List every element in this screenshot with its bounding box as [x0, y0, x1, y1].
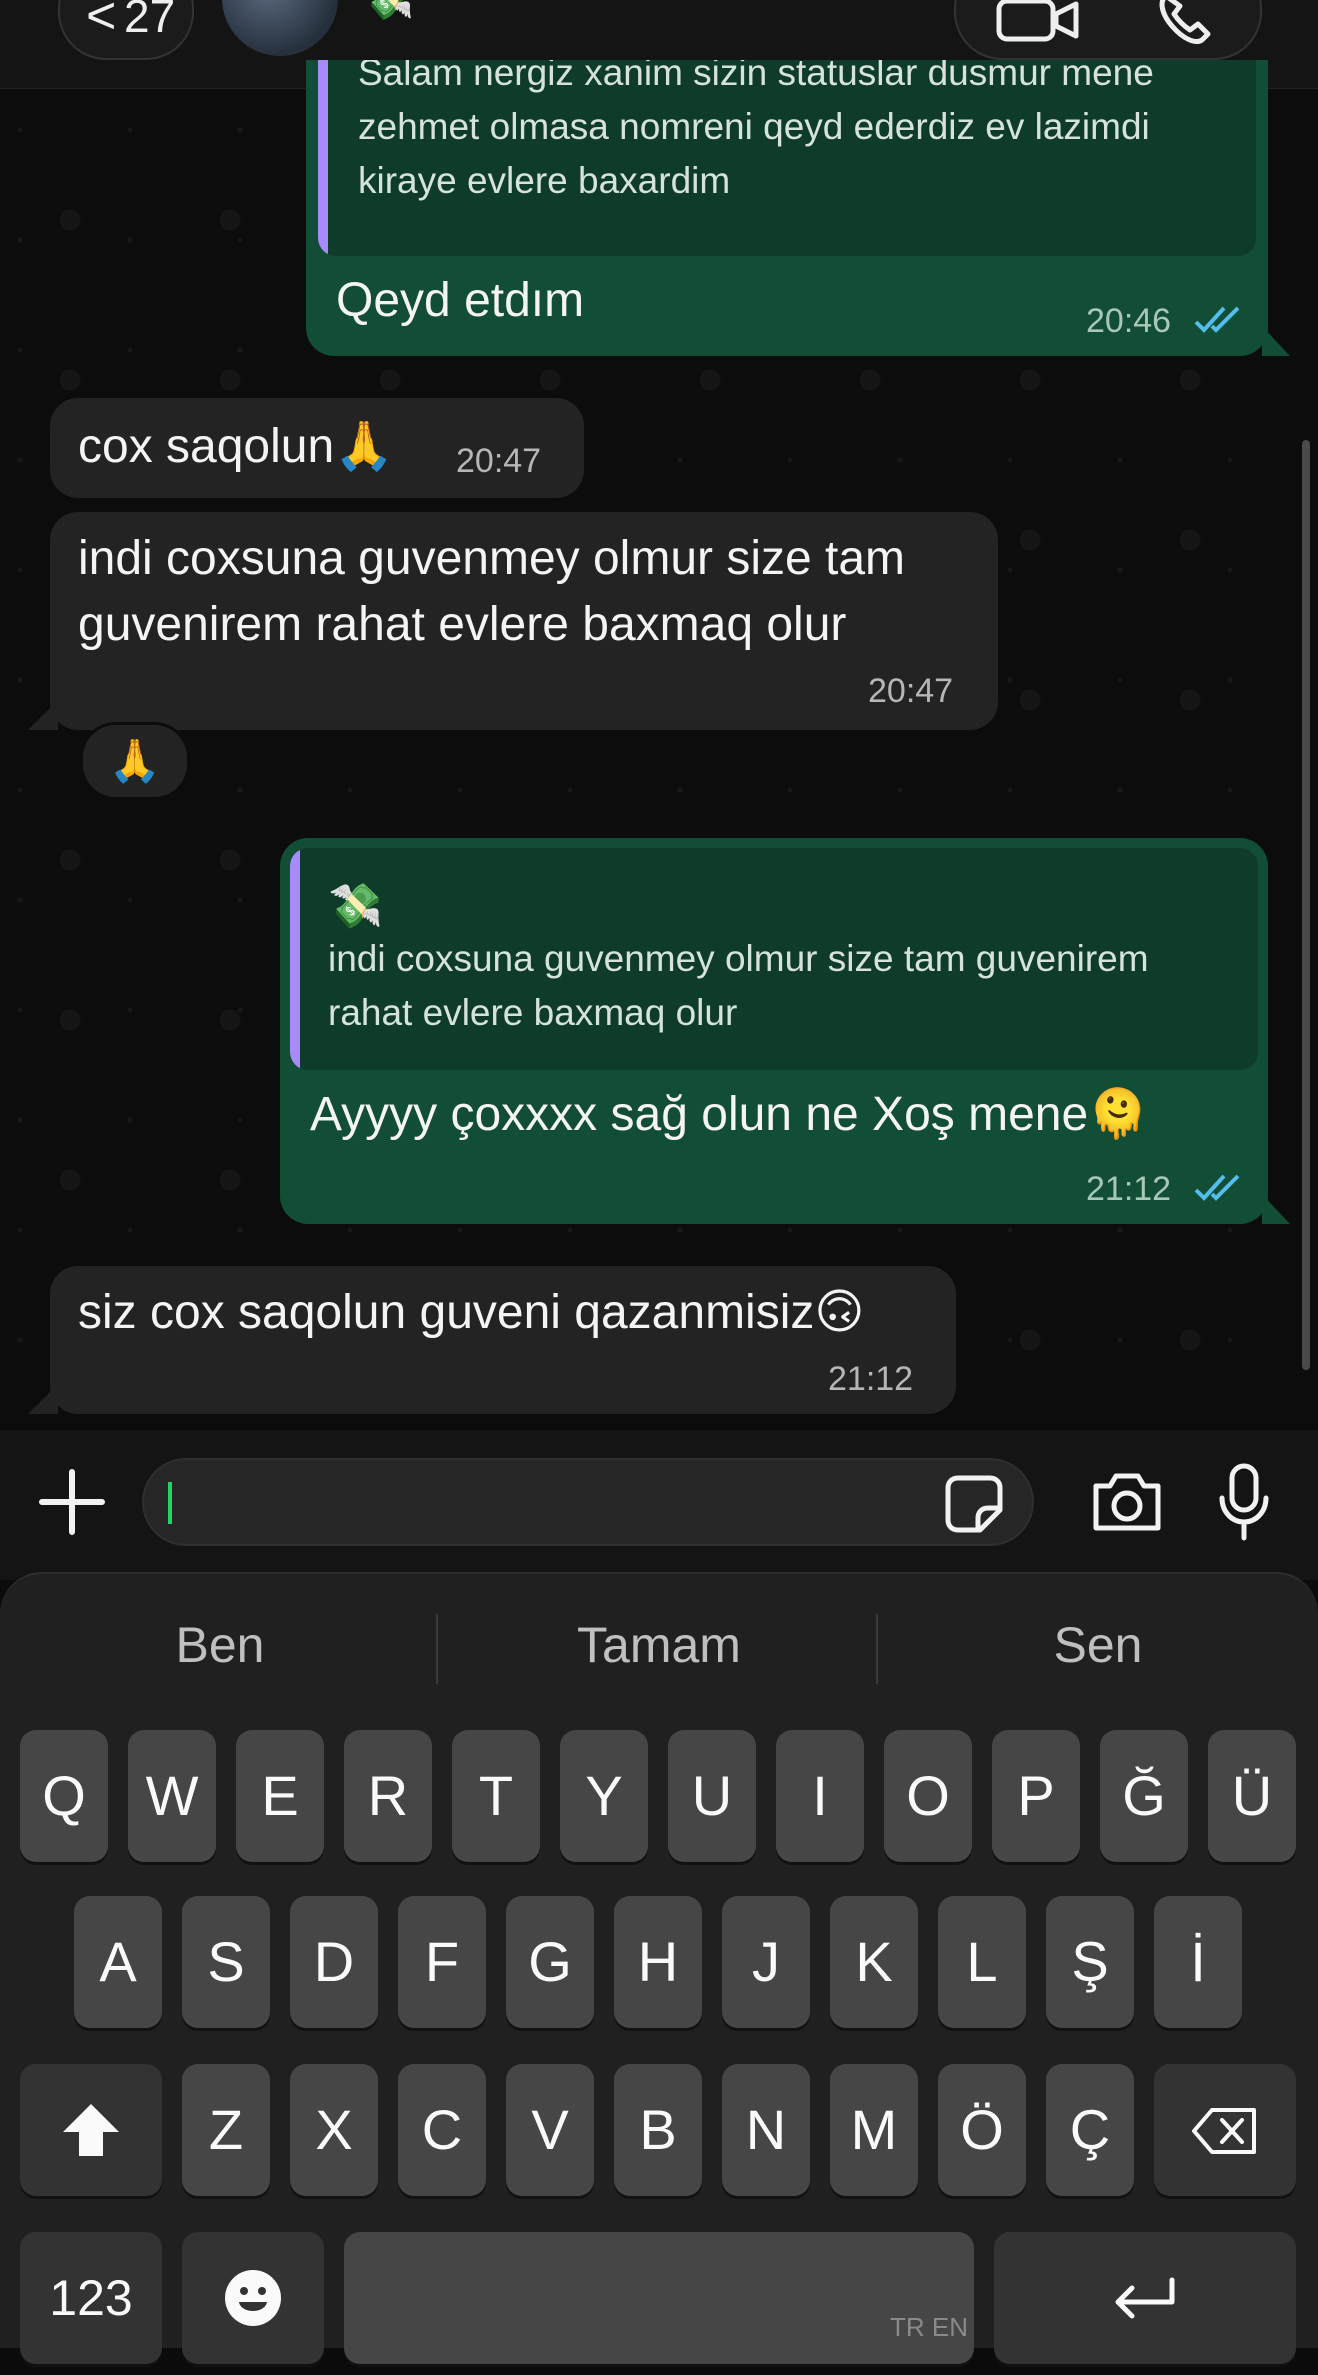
- key-q[interactable]: Q: [20, 1730, 108, 1862]
- quote-line: zehmet olmasa nomreni qeyd ederdiz ev la…: [358, 106, 1150, 147]
- suggestion-ben[interactable]: Ben: [20, 1616, 420, 1674]
- key-d[interactable]: D: [290, 1896, 378, 2028]
- quote-accent-bar: [318, 60, 328, 256]
- message-time: 21:12: [1086, 1170, 1172, 1208]
- message-text: cox saqolun🙏: [78, 420, 394, 473]
- key-l[interactable]: L: [938, 1896, 1026, 2028]
- call-buttons-group: [954, 0, 1262, 60]
- suggestion-bar: Ben Tamam Sen: [0, 1580, 1318, 1710]
- video-call-icon[interactable]: [996, 0, 1080, 48]
- message-time: 20:47: [456, 442, 542, 480]
- chat-scrollbar[interactable]: [1302, 440, 1310, 1370]
- key-b[interactable]: B: [614, 2064, 702, 2196]
- message-reaction[interactable]: 🙏: [80, 722, 190, 800]
- message-time: 20:47: [868, 672, 954, 710]
- numbers-key[interactable]: 123: [20, 2232, 162, 2364]
- key-r[interactable]: R: [344, 1730, 432, 1862]
- emoji-key[interactable]: [182, 2232, 324, 2364]
- key-i-dotted[interactable]: İ: [1154, 1896, 1242, 2028]
- message-input[interactable]: [142, 1458, 1034, 1546]
- language-hint: TR EN: [890, 2312, 968, 2342]
- message-time: 20:46: [1086, 302, 1172, 340]
- suggestion-divider: [436, 1614, 438, 1684]
- quoted-message[interactable]: Salam nergiz xanim sizin statuslar dusmu…: [318, 60, 1256, 256]
- key-g-breve[interactable]: Ğ: [1100, 1730, 1188, 1862]
- message-text: guvenirem rahat evlere baxmaq olur: [78, 598, 847, 651]
- return-key[interactable]: [994, 2232, 1296, 2364]
- key-w[interactable]: W: [128, 1730, 216, 1862]
- key-s-cedilla[interactable]: Ş: [1046, 1896, 1134, 2028]
- message-bubble-outgoing[interactable]: Salam nergiz xanim sizin statuslar dusmu…: [306, 60, 1268, 356]
- key-k[interactable]: K: [830, 1896, 918, 2028]
- backspace-icon: [1192, 2108, 1256, 2154]
- key-x[interactable]: X: [290, 2064, 378, 2196]
- emoji-face-icon: [225, 2270, 281, 2326]
- key-c-cedilla[interactable]: Ç: [1046, 2064, 1134, 2196]
- quote-line: indi coxsuna guvenmey olmur size tam guv…: [328, 938, 1149, 979]
- message-text: siz cox saqolun guveni qazanmisiz🙃: [78, 1286, 865, 1339]
- suggestion-divider: [876, 1614, 878, 1684]
- key-a[interactable]: A: [74, 1896, 162, 2028]
- unread-count: 27: [124, 0, 176, 42]
- chat-background: < 27 💸 Salam nergiz xanim sizin statusla…: [0, 0, 1318, 1430]
- message-text: Ayyyy çoxxxx sağ olun ne Xoş mene🫠: [310, 1088, 1148, 1141]
- bubble-tail: [28, 700, 58, 730]
- plus-icon[interactable]: [36, 1466, 108, 1538]
- backspace-key[interactable]: [1154, 2064, 1296, 2196]
- back-button[interactable]: < 27: [58, 0, 194, 60]
- key-j[interactable]: J: [722, 1896, 810, 2028]
- read-receipt-icon: [1194, 1174, 1240, 1201]
- message-bubble-incoming[interactable]: indi coxsuna guvenmey olmur size tam guv…: [50, 512, 998, 730]
- key-f[interactable]: F: [398, 1896, 486, 2028]
- key-i[interactable]: I: [776, 1730, 864, 1862]
- key-g[interactable]: G: [506, 1896, 594, 2028]
- message-text: indi coxsuna guvenmey olmur size tam: [78, 532, 906, 585]
- key-o-umlaut[interactable]: Ö: [938, 2064, 1026, 2196]
- quote-line: Salam nergiz xanim sizin statuslar dusmu…: [358, 60, 1154, 93]
- shift-key[interactable]: [20, 2064, 162, 2196]
- key-n[interactable]: N: [722, 2064, 810, 2196]
- microphone-icon[interactable]: [1214, 1462, 1274, 1542]
- quote-line: kiraye evlere baxardim: [358, 160, 731, 201]
- key-u[interactable]: U: [668, 1730, 756, 1862]
- key-m[interactable]: M: [830, 2064, 918, 2196]
- message-bubble-incoming[interactable]: siz cox saqolun guveni qazanmisiz🙃 21:12: [50, 1266, 956, 1414]
- suggestion-sen[interactable]: Sen: [898, 1616, 1298, 1674]
- message-bubble-incoming[interactable]: cox saqolun🙏 20:47: [50, 398, 584, 498]
- voice-call-icon[interactable]: [1156, 0, 1216, 48]
- space-key[interactable]: TR EN: [344, 2232, 974, 2364]
- contact-name-emoji: 💸: [364, 0, 414, 22]
- key-c[interactable]: C: [398, 2064, 486, 2196]
- read-receipt-icon: [1194, 306, 1240, 333]
- bubble-tail: [28, 1384, 58, 1414]
- contact-avatar[interactable]: [222, 0, 338, 56]
- text-cursor: [168, 1482, 172, 1524]
- return-arrow-icon: [1115, 2277, 1175, 2319]
- sticker-icon[interactable]: [944, 1474, 1004, 1534]
- key-u-umlaut[interactable]: Ü: [1208, 1730, 1296, 1862]
- shift-arrow-icon: [63, 2104, 119, 2156]
- key-p[interactable]: P: [992, 1730, 1080, 1862]
- suggestion-tamam[interactable]: Tamam: [459, 1616, 859, 1674]
- key-e[interactable]: E: [236, 1730, 324, 1862]
- chevron-left-icon: <: [86, 0, 117, 45]
- quoted-message[interactable]: 💸 indi coxsuna guvenmey olmur size tam g…: [290, 848, 1258, 1070]
- key-s[interactable]: S: [182, 1896, 270, 2028]
- key-t[interactable]: T: [452, 1730, 540, 1862]
- key-h[interactable]: H: [614, 1896, 702, 2028]
- quote-accent-bar: [290, 848, 300, 1070]
- bubble-tail: [1262, 1194, 1290, 1224]
- quote-line: rahat evlere baxmaq olur: [328, 992, 738, 1033]
- message-bubble-outgoing[interactable]: 💸 indi coxsuna guvenmey olmur size tam g…: [280, 838, 1268, 1224]
- key-v[interactable]: V: [506, 2064, 594, 2196]
- message-time: 21:12: [828, 1360, 914, 1398]
- key-z[interactable]: Z: [182, 2064, 270, 2196]
- key-o[interactable]: O: [884, 1730, 972, 1862]
- bubble-tail: [1262, 326, 1290, 356]
- message-text: Qeyd etdım: [336, 274, 585, 327]
- camera-icon[interactable]: [1090, 1470, 1164, 1534]
- quote-author-emoji: 💸: [328, 882, 383, 931]
- key-y[interactable]: Y: [560, 1730, 648, 1862]
